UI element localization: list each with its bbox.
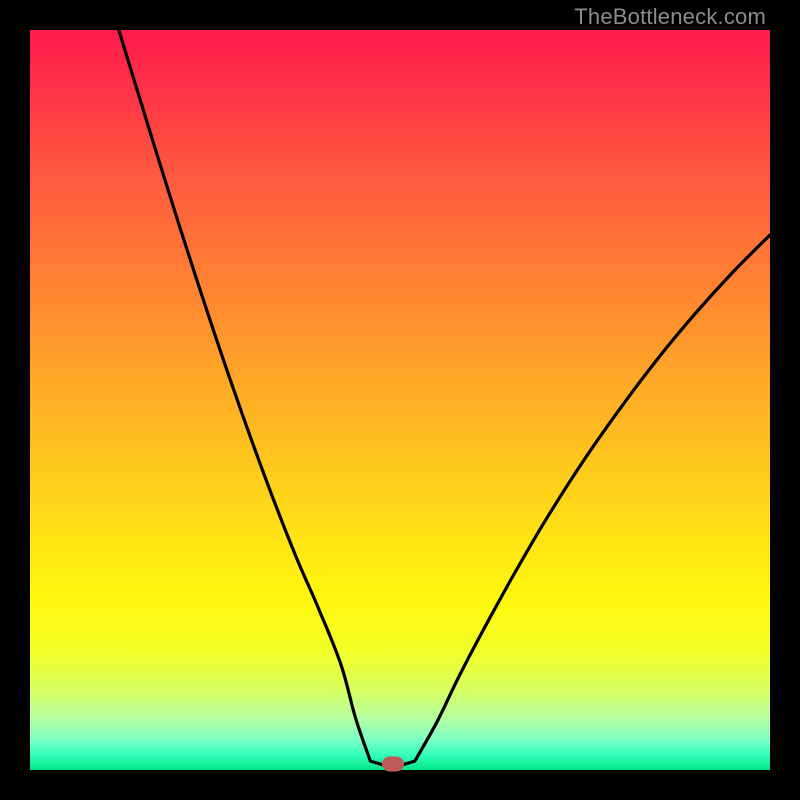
plot-area [30, 30, 770, 770]
watermark-text: TheBottleneck.com [574, 4, 766, 30]
optimum-marker [382, 757, 404, 772]
curve-path [119, 30, 770, 766]
chart-frame: TheBottleneck.com [0, 0, 800, 800]
bottleneck-curve [30, 30, 770, 770]
